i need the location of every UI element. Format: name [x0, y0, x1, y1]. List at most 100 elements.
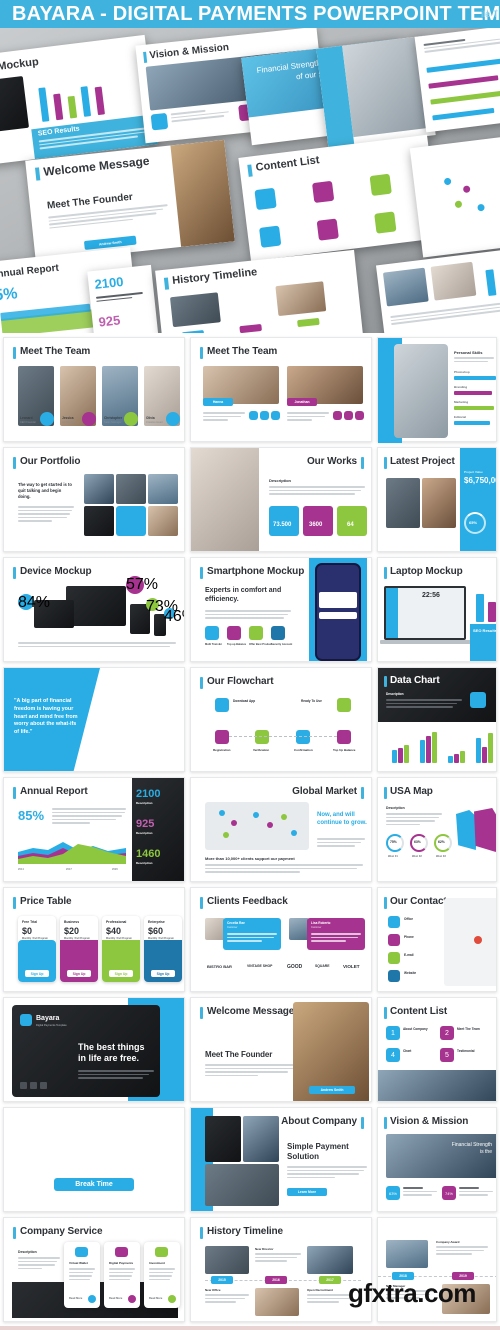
break-time-button[interactable]: Break Time — [54, 1178, 134, 1191]
hero-slide-right-bottom[interactable] — [375, 247, 500, 333]
contact-icon-email — [388, 952, 400, 964]
title-social-1[interactable] — [20, 1082, 27, 1089]
hero-slide-history[interactable]: History Timeline — [155, 249, 365, 333]
slide-welcome-message[interactable]: Welcome Message Meet The Founder Andrew … — [190, 997, 372, 1102]
annual-stat-label-3: Description — [136, 861, 153, 865]
slide-global-market[interactable]: Global Market Now, and will continue to … — [190, 777, 372, 882]
slide-meet-the-team-1[interactable]: Meet The Team Leonard Jessica Christophe… — [3, 337, 185, 442]
about-learn-more-button[interactable]: Learn More — [287, 1188, 327, 1196]
slide-personal-skills[interactable]: Personal Skills Photoshop Branding Marke… — [377, 337, 497, 443]
hero-right-bar-1 — [485, 269, 497, 297]
smartphone-btn[interactable] — [319, 612, 357, 619]
timeline-photo-2 — [307, 1246, 353, 1274]
slide-accent-tick — [13, 897, 16, 909]
service-cta-1[interactable]: Read More — [69, 1297, 82, 1300]
hero-content-num-2 — [311, 180, 335, 204]
hero-slide-stats[interactable]: 2100 925 — [87, 264, 161, 333]
usa-donut-label-2: West 02 — [412, 855, 422, 858]
slide-accent-tick — [200, 347, 203, 359]
slide-our-contact[interactable]: Our Contact Office Phone E-mail Website — [377, 887, 497, 992]
title-lead: The best things in life are free. — [78, 1042, 145, 1063]
hero-stat-1: 2100 — [93, 273, 125, 292]
banner-title: BAYARA - DIGITAL PAYMENTS POWERPOINT TEM… — [12, 3, 500, 25]
contact-map[interactable] — [444, 898, 496, 986]
slide-quote-financial[interactable]: "A big part of financial freedom is havi… — [3, 667, 185, 772]
team2-social-3[interactable] — [271, 411, 280, 420]
service-cta-arrow-3[interactable] — [168, 1295, 176, 1303]
global-caption: More than 10,000+ clients support our pa… — [205, 856, 295, 861]
title-social-2[interactable] — [30, 1082, 37, 1089]
team2-social-5[interactable] — [344, 411, 353, 420]
slide-our-flowchart[interactable]: Our Flowchart Download App Ready To Use … — [190, 667, 372, 772]
team-icon-2[interactable] — [82, 412, 96, 426]
vision-stat-lines-2 — [459, 1187, 493, 1198]
flow-node-4 — [255, 730, 269, 744]
portfolio-cta-tile[interactable] — [116, 506, 146, 536]
service-cta-3[interactable]: Read More — [149, 1297, 162, 1300]
price-card-2[interactable]: Business $20 Monthly / Full Program Sign… — [60, 916, 98, 982]
hero-slide-mockup[interactable]: Mockup 22:56 SEO Results — [0, 34, 158, 168]
service-cta-arrow-1[interactable] — [88, 1295, 96, 1303]
feedback-avatar-1 — [205, 918, 225, 940]
team-role-4: Creative Head — [146, 421, 163, 424]
works-stat-tile-1 — [269, 506, 299, 536]
price-plan-cta-4[interactable]: Sign Up — [151, 970, 175, 977]
team2-social-1[interactable] — [249, 411, 258, 420]
hero-slide-skills[interactable] — [414, 28, 500, 133]
price-card-4[interactable]: Enterprise $60 Monthly / Full Program Si… — [144, 916, 182, 982]
price-card-1[interactable]: Free Trial $0 Monthly / Full Program Sig… — [18, 916, 56, 982]
slide-usa-map[interactable]: USA Map Description 75% West 01 63% West… — [377, 777, 497, 882]
hero-slide-content-list[interactable]: Content List — [238, 134, 440, 262]
timeline2-photo-1 — [386, 1240, 428, 1268]
slide-meet-the-team-2[interactable]: Meet The Team Hanna Jonathan — [190, 337, 372, 442]
slide-data-chart[interactable]: Data Chart Description — [377, 667, 497, 772]
team2-social-4[interactable] — [333, 411, 342, 420]
annual-year-4: 2017 — [66, 868, 72, 871]
slide-clients-feedback[interactable]: Clients Feedback Cecelia Rae Customer Li… — [190, 887, 372, 992]
slide-content-list[interactable]: Content List 1 About Company 2 Meet The … — [377, 997, 497, 1102]
service-card-2[interactable]: Digital Payments Read More — [104, 1242, 140, 1308]
hero-collage: Mockup 22:56 SEO Results Vision & Missio… — [0, 28, 500, 333]
team-icon-4[interactable] — [166, 412, 180, 426]
flow-label-2: Ready To Use — [301, 699, 322, 703]
slide-title-bayara[interactable]: Bayara Digital Payments Template The bes… — [3, 997, 185, 1102]
slide-laptop-mockup[interactable]: Laptop Mockup 22:56 SEO Results — [377, 557, 497, 662]
slide-break-time[interactable]: "The journey of a thousand miles begins … — [3, 1107, 185, 1212]
team-icon-3[interactable] — [124, 412, 138, 426]
slide-about-company[interactable]: About Company Simple Payment Solution Le… — [190, 1107, 372, 1212]
price-plan-cta-2[interactable]: Sign Up — [67, 970, 91, 977]
slide-vision-mission[interactable]: Vision & Mission Financial Strength is t… — [377, 1107, 497, 1212]
price-card-3[interactable]: Professional $40 Monthly / Full Program … — [102, 916, 140, 982]
works-stat-value-1: 73.500 — [273, 522, 292, 528]
service-cta-2[interactable]: Read More — [109, 1297, 122, 1300]
team2-social-6[interactable] — [355, 411, 364, 420]
slide-annual-report[interactable]: Annual Report 85% 2014 2017 2020 2100 De… — [3, 777, 185, 882]
hero-skills-lines — [423, 33, 500, 55]
slide-accent-tick — [13, 567, 16, 579]
welcome-name-button[interactable]: Andrew Smith — [309, 1086, 355, 1094]
slide-our-portfolio[interactable]: Our Portfolio The way to get started is … — [3, 447, 185, 552]
price-plan-name-3: Professional — [106, 920, 127, 924]
price-plan-name-1: Free Trial — [22, 920, 38, 924]
slide-device-mockup[interactable]: Device Mockup 84% 57% 73% 46% — [3, 557, 185, 662]
team-role-2: Art Director — [62, 421, 76, 424]
slide-accent-tick — [361, 457, 364, 469]
slide-our-works[interactable]: Our Works Description 73.500 3600 64 — [190, 447, 372, 552]
hero-slide-map[interactable] — [409, 132, 500, 258]
hero-slide-welcome[interactable]: Welcome Message Meet The Founder Andrew … — [25, 139, 235, 263]
price-plan-cta-1[interactable]: Sign Up — [25, 970, 49, 977]
price-plan-cta-3[interactable]: Sign Up — [109, 970, 133, 977]
service-card-1[interactable]: Virtual Wallet Read More — [64, 1242, 100, 1308]
service-card-3[interactable]: Investment Read More — [144, 1242, 180, 1308]
slide-history-timeline[interactable]: History Timeline New Director 2015 2016 … — [190, 1217, 372, 1322]
slide-latest-project[interactable]: Latest Project Project Value $6,750,000 … — [377, 447, 497, 552]
team2-social-2[interactable] — [260, 411, 269, 420]
service-cta-arrow-2[interactable] — [128, 1295, 136, 1303]
title-social-3[interactable] — [40, 1082, 47, 1089]
grid-row-1: Meet The Team Leonard Jessica Christophe… — [0, 337, 500, 443]
slide-company-service[interactable]: Company Service Description Virtual Wall… — [3, 1217, 185, 1322]
grid-row-3: Device Mockup 84% 57% 73% 46% Smartphone… — [0, 557, 500, 662]
team-icon-1[interactable] — [40, 412, 54, 426]
slide-price-table[interactable]: Price Table Free Trial $0 Monthly / Full… — [3, 887, 185, 992]
slide-smartphone-mockup[interactable]: Smartphone Mockup Experts in comfort and… — [190, 557, 372, 662]
